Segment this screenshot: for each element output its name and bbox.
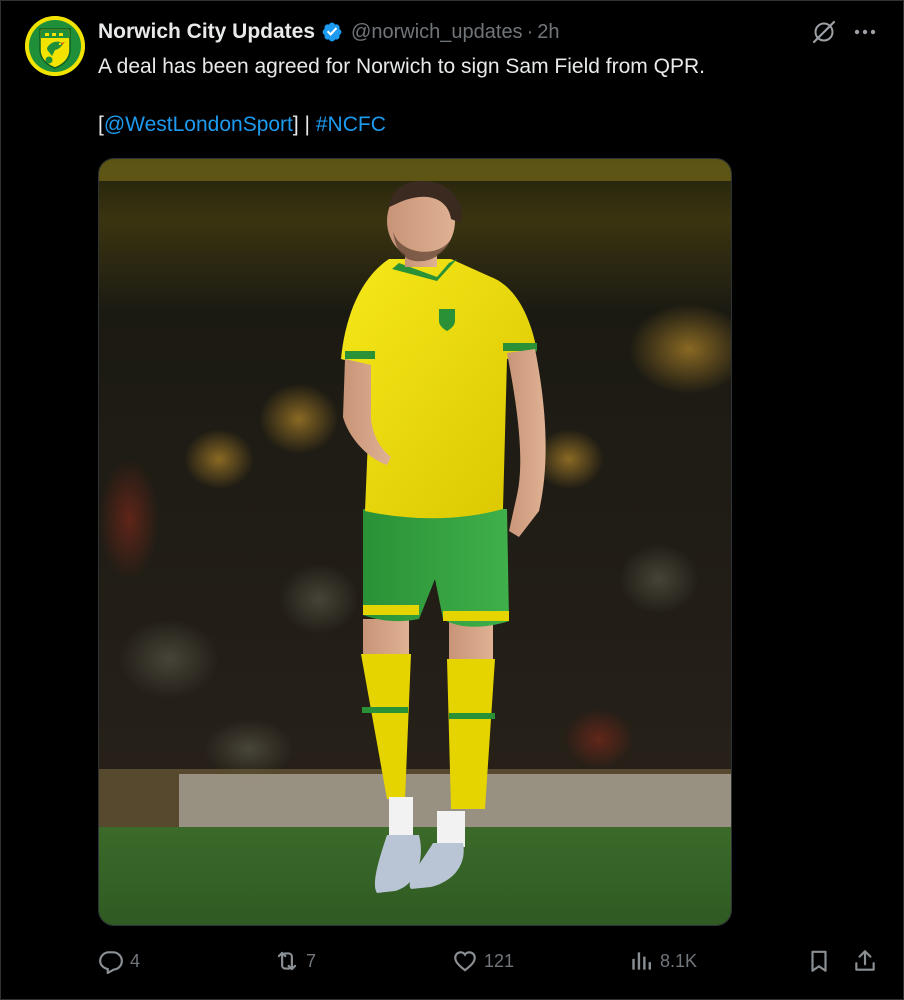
- tweet-text-line: A deal has been agreed for Norwich to si…: [98, 55, 705, 78]
- like-button[interactable]: 121: [452, 946, 514, 976]
- retweet-icon: [277, 951, 297, 971]
- player-photo: [99, 159, 731, 925]
- hashtag-link[interactable]: #NCFC: [316, 113, 386, 136]
- verified-badge-icon[interactable]: [321, 21, 343, 43]
- timestamp[interactable]: 2h: [537, 21, 559, 44]
- repost-button[interactable]: 7: [274, 946, 316, 976]
- tweet-actions: 4 7 121 8.1K: [98, 946, 888, 976]
- tweet[interactable]: Norwich City Updates @norwich_updates · …: [0, 0, 904, 1000]
- display-name[interactable]: Norwich City Updates: [98, 20, 315, 44]
- more-icon[interactable]: [851, 21, 879, 43]
- tweet-media-photo[interactable]: [98, 158, 732, 926]
- avatar[interactable]: [25, 16, 85, 76]
- repost-count: 7: [306, 950, 317, 971]
- reply-count: 4: [130, 950, 141, 971]
- handle[interactable]: @norwich_updates: [351, 21, 523, 44]
- bookmark-button[interactable]: [806, 946, 832, 976]
- tweet-source-line: [@WestLondonSport] | #NCFC: [98, 111, 878, 139]
- separator-text: ] |: [292, 113, 316, 136]
- grok-icon[interactable]: [811, 19, 837, 45]
- share-icon: [855, 950, 875, 971]
- share-button[interactable]: [852, 946, 878, 976]
- separator-dot: ·: [526, 20, 534, 43]
- tweet-text: A deal has been agreed for Norwich to si…: [98, 53, 878, 139]
- mention-link[interactable]: @WestLondonSport: [104, 113, 293, 136]
- reply-icon: [99, 951, 123, 974]
- reply-button[interactable]: 4: [98, 946, 140, 976]
- views-icon: [632, 952, 651, 970]
- heart-icon: [454, 951, 476, 972]
- norwich-crest-icon: [25, 16, 85, 76]
- tweet-header: Norwich City Updates @norwich_updates · …: [98, 18, 559, 46]
- like-count: 121: [484, 950, 515, 971]
- views-count: 8.1K: [660, 950, 698, 971]
- views-button[interactable]: 8.1K: [628, 946, 697, 976]
- bookmark-icon: [811, 950, 827, 972]
